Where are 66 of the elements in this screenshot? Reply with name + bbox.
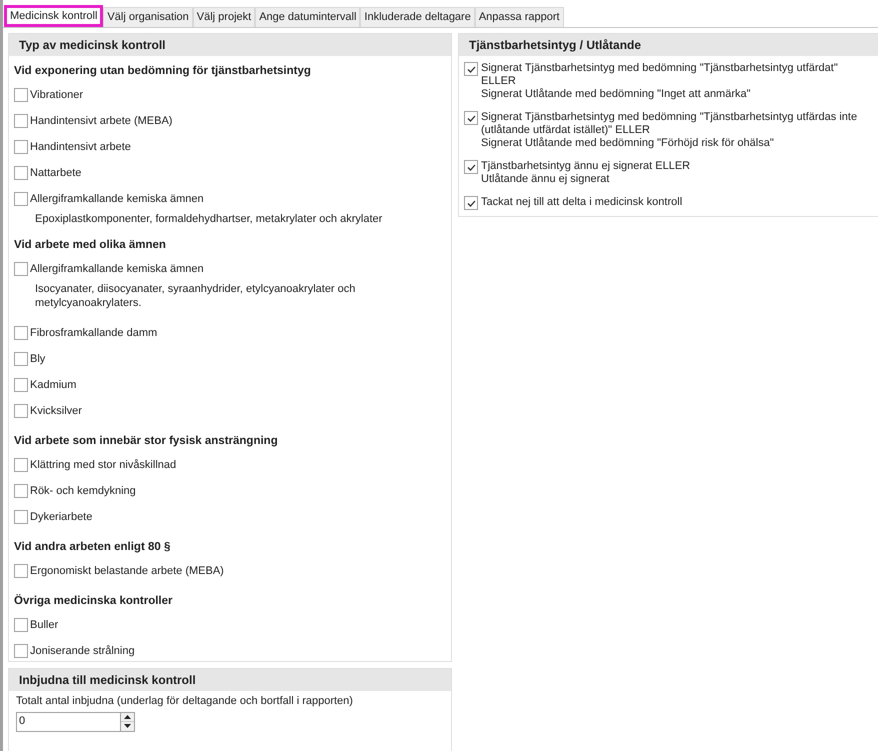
checkbox-label: Ergonomiskt belastande arbete (MEBA) xyxy=(30,564,224,579)
checkbox[interactable] xyxy=(14,378,28,392)
checkmark-icon xyxy=(466,200,476,206)
checkbox-label: Tackat nej till att delta i medicinsk kontroll xyxy=(481,196,684,209)
checkbox[interactable] xyxy=(14,114,28,128)
group-heading: Vid andra arbeten enligt 80 § xyxy=(14,540,172,556)
group-heading: Vid arbete som innebär stor fysisk ansträngning xyxy=(14,434,279,450)
down-arrow-icon xyxy=(124,724,131,728)
checkbox-label: Handintensivt arbete (MEBA) xyxy=(30,114,172,129)
checkbox-label: Allergiframkallande kemiska ämnen xyxy=(30,192,204,207)
checkbox-label: Allergiframkallande kemiska ämnen xyxy=(30,262,204,277)
group-heading: Övriga medicinska kontroller xyxy=(14,593,174,610)
checkmark-icon xyxy=(466,164,476,170)
checkbox-label: Bly xyxy=(30,352,46,367)
tab[interactable]: Inkluderade deltagare xyxy=(360,7,475,27)
checkbox-label: Dykeriarbete xyxy=(30,510,92,525)
checkbox[interactable] xyxy=(14,166,28,180)
checkbox-label: Vibrationer xyxy=(30,88,83,103)
checkbox[interactable] xyxy=(14,644,28,658)
checkbox-label: Kvicksilver xyxy=(30,404,82,419)
panel-title: Typ av medicinsk kontroll xyxy=(19,37,166,54)
panel-title: Inbjudna till medicinsk kontroll xyxy=(19,672,196,689)
note-text: Epoxiplastkomponenter, formaldehydhartser, metakrylater och akrylater xyxy=(34,212,384,226)
checkbox[interactable] xyxy=(14,404,28,418)
checkbox[interactable] xyxy=(14,262,28,276)
checkbox-label: Klättring med stor nivåskillnad xyxy=(30,458,176,473)
checkbox[interactable] xyxy=(14,458,28,472)
checkbox-label: Buller xyxy=(30,618,58,633)
tab[interactable]: Välj organisation xyxy=(103,7,193,27)
checkbox-label: Signerat Tjänstbarhetsintyg med bedömning "Tjänstbarhetsintyg utfärdas inte (utlåtande utfärdat istället)" ELLER Signerat Utlåtande med bedömning "Förhöjd risk för ohälsa" xyxy=(481,111,858,150)
tab[interactable]: Välj projekt xyxy=(192,7,256,27)
checkbox[interactable] xyxy=(14,618,28,632)
tab[interactable]: Medicinsk kontroll xyxy=(4,5,104,27)
checkbox-label: Handintensivt arbete xyxy=(30,140,131,155)
up-arrow-icon xyxy=(124,714,131,719)
checkbox-label: Joniserande strålning xyxy=(30,644,135,659)
checkbox[interactable] xyxy=(464,111,478,125)
checkmark-icon xyxy=(466,114,476,122)
checkbox-label: Kadmium xyxy=(30,378,76,393)
checkbox-label: Tjänstbarhetsintyg ännu ej signerat ELLER Utlåtande ännu ej signerat xyxy=(481,160,692,186)
tab[interactable]: Ange datumintervall xyxy=(255,7,360,27)
checkbox[interactable] xyxy=(14,352,28,366)
checkbox[interactable] xyxy=(14,326,28,340)
checkbox[interactable] xyxy=(14,88,28,102)
number-field[interactable]: 0 xyxy=(16,712,120,732)
note-text: Isocyanater, diisocyanater, syraanhydrider, etylcyanoakrylater och metylcyanoakrylaters. xyxy=(34,282,356,310)
field-label: Totalt antal inbjudna (underlag för deltagande och bortfall i rapporten) xyxy=(16,694,354,709)
checkbox[interactable] xyxy=(14,140,28,154)
checkbox-label: Fibrosframkallande damm xyxy=(30,326,158,341)
checkbox-label: Nattarbete xyxy=(30,166,82,181)
checkbox[interactable] xyxy=(14,510,28,524)
checkbox[interactable] xyxy=(14,192,28,206)
panel-title: Tjänstbarhetsintyg / Utlåtande xyxy=(469,37,642,54)
increment-button[interactable] xyxy=(121,712,134,721)
checkbox[interactable] xyxy=(14,484,28,498)
checkbox-label: Signerat Tjänstbarhetsintyg med bedömning "Tjänstbarhetsintyg utfärdat" ELLER Signerat Utlåtande med bedömning "Inget att anmärka" xyxy=(481,62,839,101)
group-heading: Vid arbete med olika ämnen xyxy=(14,238,167,254)
checkmark-icon xyxy=(466,66,476,72)
checkbox[interactable] xyxy=(464,160,478,174)
group-heading: Vid exponering utan bedömning för tjänstbarhetsintyg xyxy=(14,64,312,80)
checkbox-label: Rök- och kemdykning xyxy=(30,484,136,499)
decrement-button[interactable] xyxy=(121,721,134,730)
tab[interactable]: Anpassa rapport xyxy=(474,7,564,27)
checkbox[interactable] xyxy=(464,62,478,76)
checkbox[interactable] xyxy=(464,196,478,210)
checkbox[interactable] xyxy=(14,564,28,578)
